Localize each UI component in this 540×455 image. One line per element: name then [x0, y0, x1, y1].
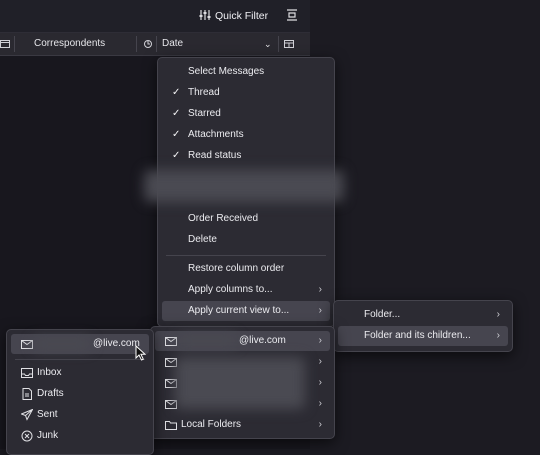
inbox-icon [21, 367, 33, 379]
menu-item-apply-columns-to[interactable]: Apply columns to... › [162, 280, 330, 300]
menu-separator [15, 359, 145, 360]
quick-filter-button[interactable]: Quick Filter [215, 10, 268, 22]
picker-junk[interactable]: Junk [11, 426, 149, 446]
drafts-icon [21, 388, 33, 400]
menu-item-attachments[interactable]: ✓ Attachments [162, 125, 330, 145]
picker-account[interactable]: @live.com [11, 334, 149, 354]
chevron-right-icon: › [318, 419, 322, 430]
menu-item-restore-column-order[interactable]: Restore column order [162, 259, 330, 279]
menu-item-delete[interactable]: Delete [162, 230, 330, 250]
picker-drafts[interactable]: Drafts [11, 384, 149, 404]
account-icon [165, 335, 177, 347]
account-icon [21, 338, 33, 350]
menu-separator [166, 255, 326, 256]
view-layout-icon[interactable] [286, 9, 298, 21]
menu-item-apply-current-view-to[interactable]: Apply current view to... › [162, 301, 330, 321]
toolbar: Quick Filter [0, 0, 310, 33]
mouse-cursor-icon [135, 344, 147, 361]
column-picker-icon[interactable] [284, 33, 294, 55]
redacted-region [33, 338, 91, 350]
chevron-right-icon: › [318, 356, 322, 367]
chevron-right-icon: › [318, 377, 322, 388]
menu-item-folder[interactable]: Folder... › [338, 305, 508, 325]
unread-column-icon[interactable] [143, 33, 153, 55]
redacted-region [177, 335, 237, 347]
menu-item-local-folders[interactable]: Local Folders › [155, 415, 330, 435]
menu-item-thread[interactable]: ✓ Thread [162, 83, 330, 103]
picker-sent[interactable]: Sent [11, 405, 149, 425]
sent-icon [20, 408, 34, 421]
redacted-region [175, 357, 305, 409]
menu-item-select-messages[interactable]: Select Messages [162, 62, 330, 82]
picker-inbox[interactable]: Inbox [11, 363, 149, 383]
chevron-right-icon: › [318, 305, 322, 316]
apply-view-submenu: Folder... › Folder and its children... › [333, 300, 513, 352]
junk-icon [21, 430, 33, 442]
folder-picker-panel: @live.com Inbox Drafts Sent Junk [6, 329, 154, 455]
chevron-right-icon: › [496, 309, 500, 320]
chevron-right-icon: › [318, 284, 322, 295]
column-picker-left-icon[interactable] [0, 33, 12, 55]
checkmark-icon: ✓ [172, 150, 181, 161]
menu-item-starred[interactable]: ✓ Starred [162, 104, 330, 124]
column-date[interactable]: Date [162, 33, 183, 55]
filter-icon[interactable] [199, 9, 211, 21]
column-correspondents[interactable]: Correspondents [34, 33, 105, 55]
chevron-right-icon: › [318, 398, 322, 409]
column-header-row: Correspondents Date ⌄ [0, 33, 310, 56]
redacted-region [144, 170, 344, 202]
checkmark-icon: ✓ [172, 108, 181, 119]
checkmark-icon: ✓ [172, 129, 181, 140]
column-context-menu: Select Messages ✓ Thread ✓ Starred ✓ Attach… [144, 57, 344, 327]
chevron-right-icon: › [496, 330, 500, 341]
folder-icon [165, 419, 177, 431]
menu-item-account[interactable]: @live.com › [155, 331, 330, 351]
chevron-right-icon: › [318, 335, 322, 346]
checkmark-icon: ✓ [172, 87, 181, 98]
menu-item-order-received[interactable]: Order Received [162, 209, 330, 229]
menu-item-folder-and-children[interactable]: Folder and its children... › [338, 326, 508, 346]
menu-item-read-status[interactable]: ✓ Read status [162, 146, 330, 166]
account-submenu: @live.com › › › › Local Folders › [150, 326, 335, 439]
chevron-down-icon[interactable]: ⌄ [264, 33, 272, 55]
